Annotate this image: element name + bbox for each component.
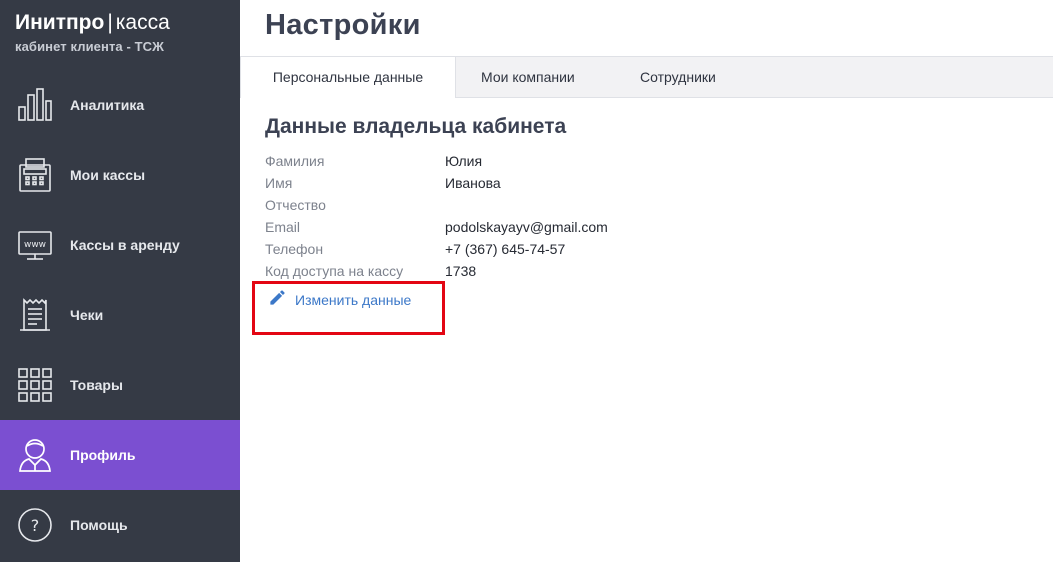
brand-name-bold: Инитпро <box>15 11 105 34</box>
sidebar-item-rent-registers[interactable]: www Кассы в аренду <box>0 210 240 280</box>
cash-register-icon <box>17 157 53 193</box>
field-value: Иванова <box>445 175 501 191</box>
sidebar-item-label: Товары <box>70 377 123 393</box>
www-monitor-icon: www <box>17 227 53 263</box>
field-value: 1738 <box>445 263 477 279</box>
field-value: podolskayayv@gmail.com <box>445 219 608 235</box>
brand-title: Инитпро | касса <box>15 10 170 36</box>
sidebar-item-analytics[interactable]: Аналитика <box>0 70 240 140</box>
sidebar-item-goods[interactable]: Товары <box>0 350 240 420</box>
sidebar: Инитпро | касса кабинет клиента - ТСЖ Анал… <box>0 0 240 562</box>
field-value: +7 (367) 645-74-57 <box>445 241 566 257</box>
sidebar-item-label: Помощь <box>70 517 128 533</box>
brand[interactable]: Инитпро | касса кабинет клиента - ТСЖ <box>15 10 170 54</box>
receipt-icon <box>17 297 53 333</box>
brand-subtitle: кабинет клиента - ТСЖ <box>15 39 164 54</box>
field-label: Телефон <box>265 241 324 257</box>
field-label: Отчество <box>265 197 326 213</box>
sidebar-nav: Аналитика Мои кассы www Кассы в аренду Ч… <box>0 70 240 560</box>
svg-text:?: ? <box>31 516 40 535</box>
tab-bar: Персональные данные Мои компании Сотрудн… <box>240 56 1053 98</box>
field-value: Юлия <box>445 153 483 169</box>
user-icon <box>17 437 53 473</box>
sidebar-item-label: Профиль <box>70 447 136 463</box>
section-title: Данные владельца кабинета <box>265 115 567 138</box>
sidebar-item-receipts[interactable]: Чеки <box>0 280 240 350</box>
sidebar-item-label: Кассы в аренду <box>70 237 180 253</box>
field-label: Фамилия <box>265 153 325 169</box>
svg-text:www: www <box>24 240 46 250</box>
sidebar-item-my-registers[interactable]: Мои кассы <box>0 140 240 210</box>
grid-icon <box>17 367 53 403</box>
field-label: Имя <box>265 175 293 191</box>
brand-separator: | <box>107 11 113 34</box>
sidebar-item-label: Чеки <box>70 307 104 323</box>
bar-chart-icon <box>17 87 53 123</box>
sidebar-item-help[interactable]: ? Помощь <box>0 490 240 560</box>
sidebar-item-label: Мои кассы <box>70 167 146 183</box>
help-icon: ? <box>17 507 53 543</box>
field-label: Email <box>265 219 301 235</box>
field-label: Код доступа на кассу <box>265 263 404 279</box>
tab-personal-data[interactable]: Персональные данные <box>240 57 456 98</box>
highlight-frame <box>252 281 445 335</box>
page-title: Настройки <box>265 9 421 41</box>
sidebar-item-profile[interactable]: Профиль <box>0 420 240 490</box>
tab-employees[interactable]: Сотрудники <box>640 57 716 97</box>
brand-name-light: касса <box>115 11 170 34</box>
sidebar-item-label: Аналитика <box>70 97 145 113</box>
tab-my-companies[interactable]: Мои компании <box>481 57 575 97</box>
